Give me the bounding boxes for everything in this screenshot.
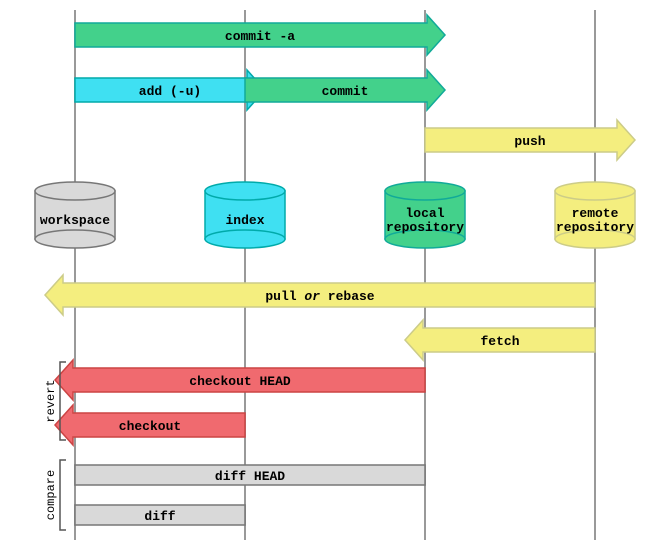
git-diagram: commit -a add (-u) commit push workspace inde… [0, 0, 666, 550]
section-revert-label: revert [44, 379, 58, 422]
section-compare-label: compare [44, 470, 58, 520]
arrow-commit-a-label: commit -a [225, 29, 295, 44]
section-compare-bracket [60, 460, 66, 530]
stage-index-label: index [225, 213, 264, 228]
arrow-pull-rebase-label: pull or rebase [265, 289, 374, 304]
stage-local-label: local [405, 206, 444, 221]
stage-workspace-label: workspace [40, 213, 110, 228]
arrow-add-u-label: add (-u) [139, 84, 201, 99]
stage-remote-label: remote [572, 206, 619, 221]
arrow-checkout-head-label: checkout HEAD [189, 374, 291, 389]
svg-text:repository: repository [386, 220, 464, 235]
arrow-fetch-label: fetch [480, 334, 519, 349]
svg-text:repository: repository [556, 220, 634, 235]
arrow-commit-label: commit [322, 84, 369, 99]
arrow-push-label: push [514, 134, 545, 149]
arrow-checkout-label: checkout [119, 419, 181, 434]
bar-diff-head-label: diff HEAD [215, 469, 285, 484]
bar-diff-label: diff [144, 509, 175, 524]
